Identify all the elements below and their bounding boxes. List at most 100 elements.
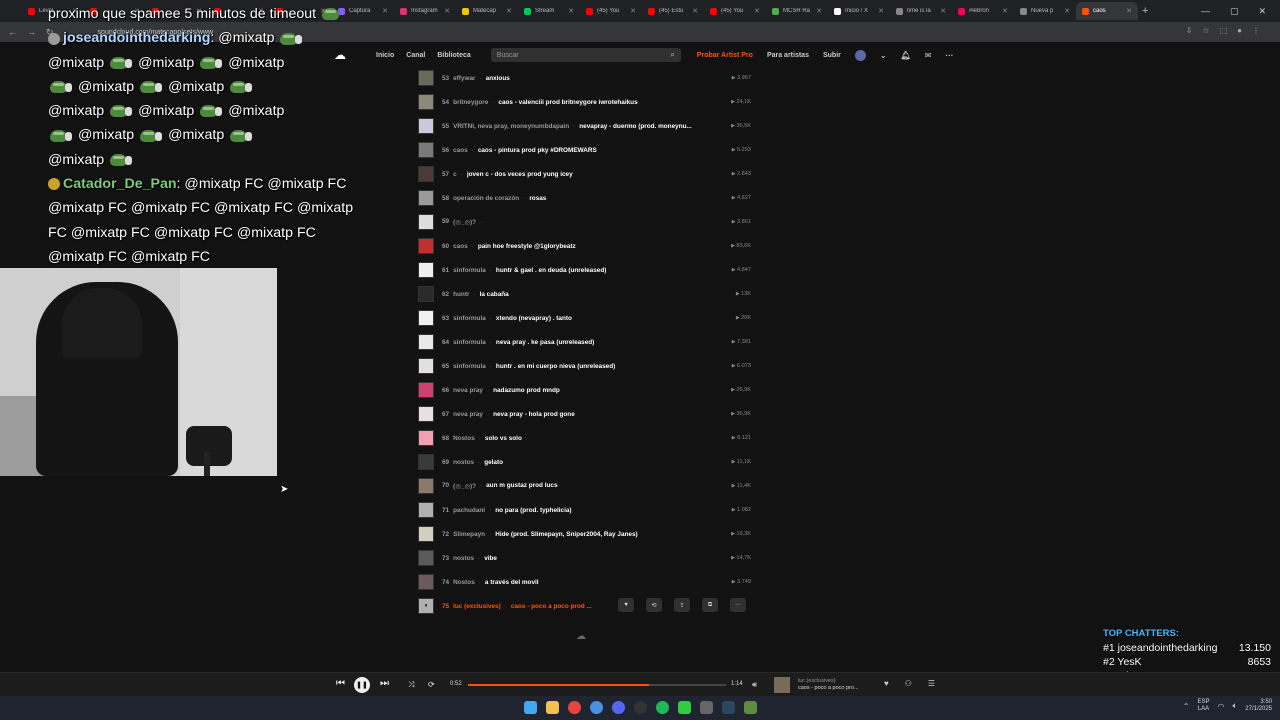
track-thumb[interactable] [418,214,434,230]
browser-tab[interactable]: (45) You ✕ [580,2,642,20]
track-title[interactable]: neva pray . ke pasa (unreleased) [496,339,594,346]
track-row[interactable]: 65 sinformula · huntr . en mi cuerpo nieva … [414,354,759,378]
track-row[interactable]: 63sinformula·xtendo (nevapray) . tanto20… [414,306,759,330]
for-artists-link[interactable]: Para artistas [767,52,809,59]
browser-tab[interactable]: Inicio / X ✕ [828,2,890,20]
repost-icon[interactable]: ⟲ [646,598,662,612]
maximize-icon[interactable]: ▢ [1230,6,1239,17]
track-thumb[interactable] [418,358,434,374]
track-artist[interactable]: c [453,171,457,178]
now-playing-thumb[interactable] [774,677,790,693]
track-thumb[interactable] [418,70,434,86]
chrome-icon[interactable] [568,701,581,714]
steam-icon[interactable] [722,701,735,714]
track-thumb[interactable] [418,94,434,110]
track-artist[interactable]: sinformula [453,339,486,346]
mail-icon[interactable]: ✉ [925,51,932,60]
close-tab-icon[interactable]: ✕ [382,7,388,15]
track-row[interactable]: 71pachudani·no para (prod. typhelicia)1.… [414,498,759,522]
track-artist[interactable]: operación de corazón [453,195,519,202]
track-thumb[interactable] [418,454,434,470]
more-icon[interactable]: ··· [945,51,953,60]
new-tab-icon[interactable]: + [1142,5,1148,17]
clock[interactable]: 3:50 27/1/2025 [1245,699,1272,713]
track-row[interactable]: 56 caos · caos - pintura prod pky #DROMEWAR… [414,138,759,162]
spotify-icon[interactable] [656,701,669,714]
track-row[interactable]: 55 VRITNI, neva pray, moneynumbdapain · nev… [414,114,759,138]
track-title[interactable]: pain hoe freestyle @1glorybeatz [478,243,576,250]
volume-icon[interactable]: 🔊︎ [752,680,757,690]
track-row[interactable]: 70(◎_◎)?·aun m gustaz prod lucs11,4K [414,474,759,498]
track-row[interactable]: 66neva pray·nadazumo prod mndp26,9K [414,378,759,402]
track-thumb[interactable] [418,310,434,326]
app-icon[interactable] [590,701,603,714]
share-icon[interactable]: ⇪ [674,598,690,612]
track-artist[interactable]: caos [453,243,468,250]
close-tab-icon[interactable]: ✕ [692,7,698,15]
track-artist[interactable]: sinformula [453,315,486,322]
current-track-row[interactable]: ⏸ 75 luc (exclusives) · caos - poco a po… [414,594,759,618]
close-tab-icon[interactable]: ✕ [1002,7,1008,15]
track-thumb[interactable] [418,430,434,446]
track-artist[interactable]: nostos [453,459,474,466]
track-artist[interactable]: caos [453,147,468,154]
track-row[interactable]: 54 britneygore · caos - valenciii prod brit… [414,90,759,114]
track-artist[interactable]: Nostos [453,435,475,442]
track-title[interactable]: xtendo (nevapray) . tanto [496,315,572,322]
now-playing-artist[interactable]: luc (exclusives) [798,678,859,685]
track-row[interactable]: 60caos·pain hoe freestyle @1glorybeatz83… [414,234,759,258]
star-icon[interactable]: ☆ [1202,26,1209,35]
repeat-icon[interactable]: ⟳ [428,680,435,689]
track-artist[interactable]: sinformula [453,267,486,274]
track-title[interactable]: huntr & gael . en deuda (unreleased) [496,267,606,274]
track-title[interactable]: rosas [529,195,546,202]
progress-bar[interactable] [468,684,726,686]
chevron-down-icon[interactable]: ⌄ [880,51,887,60]
menu-icon[interactable]: ⋮ [1252,26,1260,35]
track-thumb[interactable] [418,574,434,590]
chevron-up-icon[interactable]: ⌃ [1183,702,1190,711]
track-title[interactable]: solo vs solo [485,435,522,442]
track-title[interactable]: anxious [486,75,510,82]
previous-icon[interactable]: ⏮ [336,678,345,689]
wifi-icon[interactable]: ◠ [1218,702,1225,711]
back-icon[interactable]: ← [8,27,17,38]
track-thumb[interactable] [418,190,434,206]
now-playing-info[interactable]: luc (exclusives) caos - poco a poco pro.… [798,678,859,692]
minecraft-icon[interactable] [744,701,757,714]
track-thumb[interactable] [418,118,434,134]
track-thumb[interactable] [418,406,434,422]
track-artist[interactable]: (◎_◎)? [453,482,476,490]
close-tab-icon[interactable]: ✕ [444,7,450,15]
track-thumb[interactable] [418,478,434,494]
track-row[interactable]: 53effywar·anxious3.967 [414,66,759,90]
track-artist[interactable]: pachudani [453,507,485,514]
track-title[interactable]: Hide (prod. Slimepayn, Sniper2004, Ray J… [495,531,637,538]
copy-icon[interactable]: ⧉ [702,598,718,612]
track-title[interactable]: gelato [484,459,503,466]
track-thumb[interactable] [418,238,434,254]
track-artist[interactable]: (◎_◎)? [453,218,476,226]
track-thumb[interactable] [418,502,434,518]
track-thumb[interactable] [418,142,434,158]
more-icon[interactable]: ··· [730,598,746,612]
next-icon[interactable]: ⏭ [380,678,389,689]
track-thumb[interactable] [418,334,434,350]
close-tab-icon[interactable]: ✕ [630,7,636,15]
track-title[interactable]: la cabaña [480,291,509,298]
discord-icon[interactable] [612,701,625,714]
close-window-icon[interactable]: ✕ [1258,6,1266,17]
track-thumb[interactable] [418,166,434,182]
track-title[interactable]: a través del movil [485,579,539,586]
track-row[interactable]: 59(◎_◎)?·3.861 [414,210,759,234]
track-row[interactable]: 64 sinformula · neva pray . ke pasa (unrele… [414,330,759,354]
browser-tab[interactable]: Instagram ✕ [394,2,456,20]
track-row[interactable]: 57c·joven c - dos veces prod yung icey2.… [414,162,759,186]
track-title[interactable]: nevapray - duermo (prod. moneynu... [579,123,692,130]
track-artist[interactable]: Slimepayn [453,531,485,538]
track-title[interactable]: aun m gustaz prod lucs [486,482,557,490]
pause-button[interactable]: ❚❚ [354,677,370,693]
artist-pro-link[interactable]: Probar Artist Pro [697,52,753,59]
browser-tab[interactable]: #lebron ✕ [952,2,1014,20]
obs-icon[interactable] [634,701,647,714]
